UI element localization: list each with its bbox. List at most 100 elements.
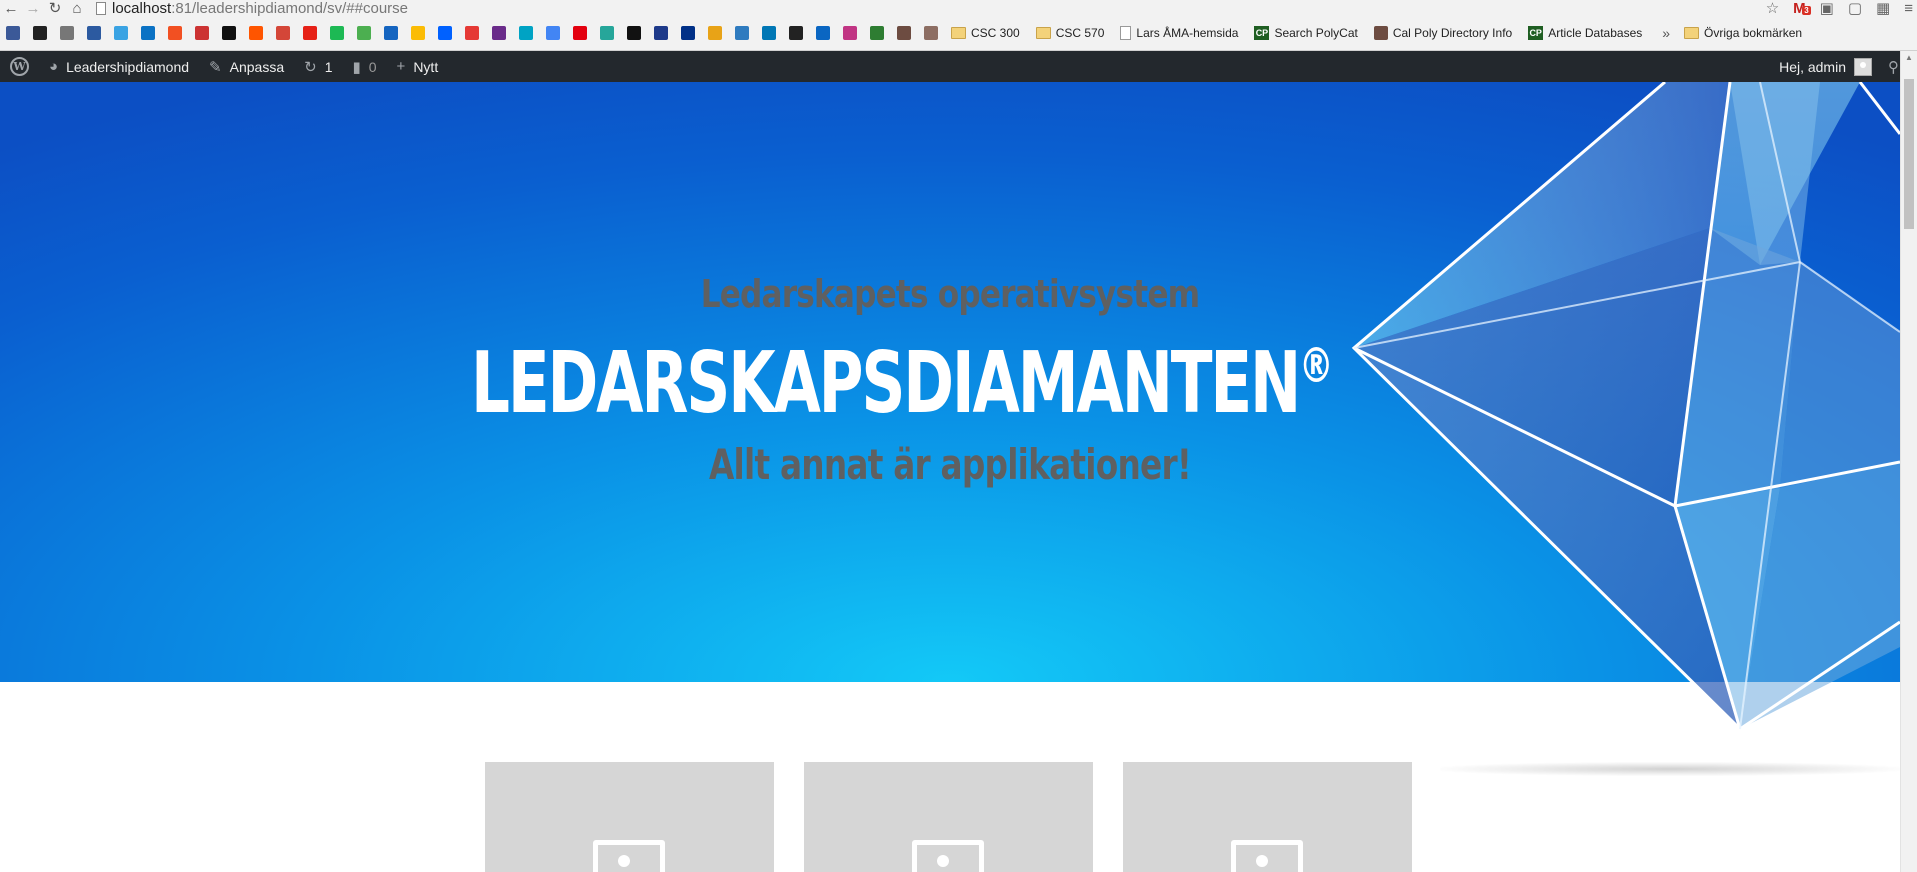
hexagon-bookmark-icon[interactable] xyxy=(222,26,236,40)
course-card[interactable] xyxy=(1123,762,1412,872)
folder-icon xyxy=(1684,27,1700,39)
registered-mark: ® xyxy=(1299,338,1334,394)
dashboard-icon: ◕ xyxy=(49,58,59,75)
browser-address-row: ← → ↻ ⌂ localhost:81/leadershipdiamond/s… xyxy=(0,0,1917,17)
bookmark-cal-poly-directory[interactable]: Cal Poly Directory Info xyxy=(1373,26,1513,40)
comments-count: 0 xyxy=(368,58,377,75)
diamond-shadow xyxy=(1440,762,1900,776)
customize-link[interactable]: ✎ Anpassa xyxy=(199,51,294,82)
menu-icon[interactable]: ≡ xyxy=(1904,0,1913,17)
ff-bookmark-icon[interactable] xyxy=(465,26,479,40)
youtube-bookmark-icon[interactable] xyxy=(303,26,317,40)
cloud-bookmark-icon[interactable] xyxy=(114,26,128,40)
bookmark-search-polycat[interactable]: CP Search PolyCat xyxy=(1254,26,1358,40)
scroll-up-arrow-icon[interactable]: ▲ xyxy=(1905,53,1913,62)
bookmark-label: Article Databases xyxy=(1548,26,1643,40)
image-placeholder-icon xyxy=(1231,840,1303,872)
wordpress-logo-icon: W xyxy=(10,57,29,76)
t2-bookmark-icon[interactable] xyxy=(627,26,641,40)
bookmark-lars-ama[interactable]: Lars ÅMA-hemsida xyxy=(1120,26,1238,40)
dropbox-bookmark-icon[interactable] xyxy=(438,26,452,40)
gmail-badge: 3 xyxy=(1802,5,1811,15)
translate-bookmark-icon[interactable] xyxy=(546,26,560,40)
avatar xyxy=(1854,57,1872,76)
hero-title: LEDARSKAPSDIAMANTEN® xyxy=(471,334,1334,433)
updates-count: 1 xyxy=(324,58,333,75)
folder-icon xyxy=(951,27,966,39)
bookmark-label: CSC 570 xyxy=(1055,26,1105,40)
cast-icon[interactable]: ▣ xyxy=(1820,0,1834,17)
wp-logo-menu[interactable]: W xyxy=(0,51,39,82)
spotify-bookmark-icon[interactable] xyxy=(330,26,344,40)
camera-bookmark-icon[interactable] xyxy=(33,26,47,40)
customize-label: Anpassa xyxy=(229,58,285,75)
bookmark-label: Search PolyCat xyxy=(1274,26,1358,40)
calendar-bookmark-icon[interactable] xyxy=(195,26,209,40)
hero-title-text: LEDARSKAPSDIAMANTEN xyxy=(471,334,1301,433)
ica-bookmark-icon[interactable] xyxy=(573,26,587,40)
sharepoint-bookmark-icon[interactable] xyxy=(141,26,155,40)
bookmark-star-icon[interactable]: ☆ xyxy=(1766,0,1779,17)
image-placeholder-icon xyxy=(593,840,665,872)
bookmark-label: CSC 300 xyxy=(971,26,1020,40)
purple-bookmark-icon[interactable] xyxy=(492,26,506,40)
drive-bookmark-icon[interactable] xyxy=(411,26,425,40)
instagram-bookmark-icon[interactable] xyxy=(843,26,857,40)
reload-icon[interactable]: ↻ xyxy=(44,0,66,17)
chart-bookmark-icon[interactable] xyxy=(60,26,74,40)
home-icon[interactable]: ⌂ xyxy=(66,0,88,17)
comments-link[interactable]: ▮ 0 xyxy=(342,51,386,82)
scroll-thumb[interactable] xyxy=(1904,79,1914,229)
microsoft-bookmark-icon[interactable] xyxy=(168,26,182,40)
linkedin-bookmark-icon[interactable] xyxy=(762,26,776,40)
page-icon xyxy=(1120,26,1132,40)
my-account-menu[interactable]: Hej, admin xyxy=(1769,51,1878,82)
facebook-bookmark-icon[interactable] xyxy=(6,26,20,40)
runner-bookmark-icon[interactable] xyxy=(735,26,749,40)
bookmark-csc-570[interactable]: CSC 570 xyxy=(1035,26,1105,40)
new-label: Nytt xyxy=(413,58,439,75)
calendar13-bookmark-icon[interactable] xyxy=(384,26,398,40)
course-card[interactable] xyxy=(804,762,1093,872)
hero-subtagline: Allt annat är applikationer! xyxy=(708,440,1192,489)
forward-icon[interactable]: → xyxy=(22,0,44,17)
vk-bookmark-icon[interactable] xyxy=(816,26,830,40)
leaf-bookmark-icon[interactable] xyxy=(897,26,911,40)
plant-bookmark-icon[interactable] xyxy=(870,26,884,40)
film-extension-icon[interactable]: ▦ xyxy=(1876,0,1890,17)
new-content-menu[interactable]: + Nytt xyxy=(387,51,449,82)
url-path: :81/leadershipdiamond/sv/##course xyxy=(171,0,409,17)
page-scrollbar[interactable]: ▲ xyxy=(1900,51,1917,872)
link-bookmark-icon[interactable] xyxy=(519,26,533,40)
bars-bookmark-icon[interactable] xyxy=(600,26,614,40)
paypal-bookmark-icon[interactable] xyxy=(681,26,695,40)
bookmark-csc-300[interactable]: CSC 300 xyxy=(951,26,1020,40)
more-bookmarks-chevron-icon[interactable]: » xyxy=(1662,25,1670,41)
bookmark-article-databases[interactable]: CP Article Databases xyxy=(1528,26,1642,40)
bookmark-label: Cal Poly Directory Info xyxy=(1392,26,1513,40)
edx-bookmark-icon[interactable] xyxy=(87,26,101,40)
gmail-bookmark-icon[interactable] xyxy=(276,26,290,40)
page-icon xyxy=(96,1,106,15)
course-card[interactable] xyxy=(485,762,774,872)
search-icon: ⚲ xyxy=(1888,58,1899,76)
other-bookmarks[interactable]: Övriga bokmärken xyxy=(1684,26,1802,40)
reader-bookmark-icon[interactable] xyxy=(789,26,803,40)
maps-bookmark-icon[interactable] xyxy=(357,26,371,40)
avatar-bookmark-icon[interactable] xyxy=(924,26,938,40)
soundcloud-bookmark-icon[interactable] xyxy=(249,26,263,40)
address-bar[interactable]: localhost:81/leadershipdiamond/sv/##cour… xyxy=(96,0,408,17)
word-bookmark-icon[interactable] xyxy=(654,26,668,40)
folder-icon xyxy=(1035,27,1051,39)
updates-link[interactable]: ↻ 1 xyxy=(294,51,342,82)
extension-icon[interactable]: ▢ xyxy=(1848,0,1862,17)
hero-tagline: Ledarskapets operativsystem xyxy=(700,272,1200,316)
diamond-graphic xyxy=(1351,82,1900,731)
comment-icon: ▮ xyxy=(352,58,361,76)
url-host: localhost xyxy=(112,0,172,17)
plus-icon: + xyxy=(396,58,406,75)
back-icon[interactable]: ← xyxy=(0,0,22,17)
site-name-menu[interactable]: ◕ Leadershipdiamond xyxy=(39,51,199,82)
target-bookmark-icon[interactable] xyxy=(708,26,722,40)
gmail-extension-icon[interactable]: M3 xyxy=(1793,0,1811,17)
